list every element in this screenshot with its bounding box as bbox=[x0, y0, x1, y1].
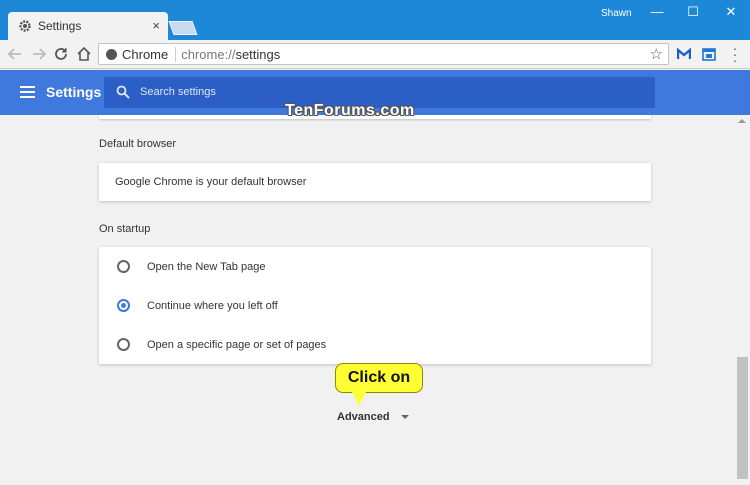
advanced-button[interactable]: Advanced bbox=[337, 411, 390, 423]
window-titlebar: Settings × Shawn — ☐ ✕ bbox=[0, 0, 750, 40]
default-browser-status: Google Chrome is your default browser bbox=[115, 176, 307, 188]
scroll-up-arrow-icon[interactable] bbox=[738, 119, 746, 123]
scrollbar-thumb[interactable] bbox=[737, 357, 748, 479]
startup-option-label: Open the New Tab page bbox=[147, 260, 266, 273]
page-title: Settings bbox=[46, 84, 102, 100]
on-startup-card: Open the New Tab page Continue where you… bbox=[99, 247, 651, 364]
watermark: TenForums.com bbox=[285, 102, 415, 119]
malwarebytes-extension-icon[interactable] bbox=[676, 46, 692, 62]
search-icon bbox=[116, 85, 130, 99]
search-input[interactable] bbox=[140, 84, 620, 100]
maximize-button[interactable]: ☐ bbox=[683, 4, 703, 20]
hamburger-menu-icon[interactable] bbox=[20, 86, 35, 98]
radio-button[interactable] bbox=[117, 338, 130, 351]
default-browser-card: Google Chrome is your default browser bbox=[99, 163, 651, 201]
tab-close-icon[interactable]: × bbox=[152, 18, 160, 33]
radio-button[interactable] bbox=[117, 260, 130, 273]
forward-icon[interactable] bbox=[30, 45, 48, 63]
callout-pointer bbox=[352, 392, 366, 406]
url-text: chrome://settings bbox=[181, 46, 281, 62]
tab-settings[interactable]: Settings × bbox=[8, 12, 168, 40]
back-icon[interactable] bbox=[6, 45, 24, 63]
close-window-button[interactable]: ✕ bbox=[721, 4, 741, 20]
home-icon[interactable] bbox=[75, 45, 93, 63]
click-on-callout: Click on bbox=[335, 363, 423, 393]
site-name: Chrome bbox=[122, 46, 177, 62]
browser-toolbar: Chrome chrome://settings ☆ · · · bbox=[0, 40, 750, 69]
startup-option-continue[interactable]: Continue where you left off bbox=[99, 286, 651, 325]
profile-name[interactable]: Shawn bbox=[601, 8, 632, 19]
new-tab-button[interactable] bbox=[168, 21, 198, 35]
startup-option-new-tab[interactable]: Open the New Tab page bbox=[99, 247, 651, 286]
extension-window-icon[interactable] bbox=[701, 46, 717, 62]
chevron-down-icon[interactable] bbox=[401, 415, 409, 419]
on-startup-heading: On startup bbox=[99, 223, 151, 235]
chrome-site-icon bbox=[106, 48, 117, 60]
bookmark-star-icon[interactable]: ☆ bbox=[650, 45, 663, 63]
scrollbar[interactable] bbox=[735, 115, 750, 485]
startup-option-specific-pages[interactable]: Open a specific page or set of pages bbox=[99, 325, 651, 364]
reload-icon[interactable] bbox=[52, 45, 70, 63]
startup-option-label: Open a specific page or set of pages bbox=[147, 338, 327, 351]
default-browser-heading: Default browser bbox=[99, 138, 177, 150]
chrome-menu-icon[interactable]: · · · bbox=[732, 41, 738, 67]
minimize-button[interactable]: — bbox=[647, 4, 667, 19]
tab-title: Settings bbox=[38, 19, 82, 33]
settings-content: Default browser Google Chrome is your de… bbox=[0, 115, 735, 485]
radio-button-selected[interactable] bbox=[117, 299, 130, 312]
gear-icon bbox=[18, 19, 32, 33]
startup-option-label: Continue where you left off bbox=[147, 299, 278, 312]
address-bar[interactable]: Chrome chrome://settings ☆ bbox=[98, 43, 669, 65]
